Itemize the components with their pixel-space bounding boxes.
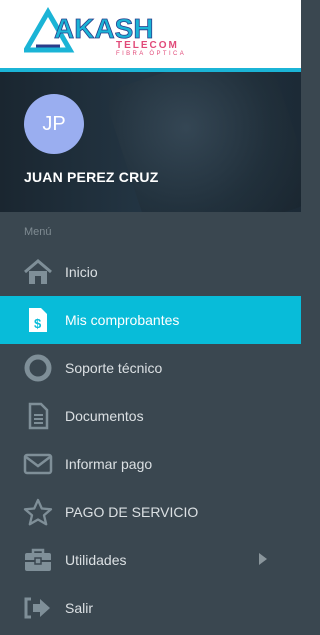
brand-subtitle-2: FIBRA ÓPTICA <box>116 51 187 57</box>
sidebar-menu: Inicio $ Mis comprobantes Soporte técnic… <box>0 248 301 632</box>
menu-item-informar-pago[interactable]: Informar pago <box>0 440 301 488</box>
logout-icon <box>23 593 53 623</box>
menu-item-label: Utilidades <box>65 552 127 568</box>
menu-item-label: Documentos <box>65 408 144 424</box>
document-icon <box>23 401 53 431</box>
menu-item-documentos[interactable]: Documentos <box>0 392 301 440</box>
menu-item-label: Soporte técnico <box>65 360 163 376</box>
menu-item-pago-de-servicio[interactable]: PAGO DE SERVICIO <box>0 488 301 536</box>
user-name: JUAN PEREZ CRUZ <box>24 169 159 185</box>
menu-item-label: Informar pago <box>65 456 153 472</box>
menu-item-inicio[interactable]: Inicio <box>0 248 301 296</box>
home-icon <box>23 257 53 287</box>
background-phone-image <box>102 72 301 212</box>
logo-bar: AKASH TELECOM FIBRA ÓPTICA <box>0 0 301 68</box>
profile-header: JP JUAN PEREZ CRUZ <box>0 72 301 212</box>
brand-subtitle-1: TELECOM <box>116 40 179 51</box>
menu-item-label: Salir <box>65 600 94 616</box>
star-icon <box>23 497 53 527</box>
menu-item-utilidades[interactable]: Utilidades <box>0 536 301 584</box>
menu-item-label: Inicio <box>65 264 98 280</box>
receipt-icon: $ <box>23 305 53 335</box>
menu-header: Menú <box>24 226 52 238</box>
menu-item-mis-comprobantes[interactable]: $ Mis comprobantes <box>0 296 301 344</box>
avatar[interactable]: JP <box>24 94 84 154</box>
svg-text:$: $ <box>34 316 42 331</box>
menu-item-salir[interactable]: Salir <box>0 584 301 632</box>
menu-item-label: Mis comprobantes <box>65 312 180 328</box>
menu-item-label: PAGO DE SERVICIO <box>65 504 199 520</box>
menu-item-soporte-tecnico[interactable]: Soporte técnico <box>0 344 301 392</box>
toolbox-icon <box>23 545 53 575</box>
envelope-icon <box>23 449 53 479</box>
lifebuoy-icon <box>23 353 53 383</box>
chevron-right-icon <box>259 553 267 565</box>
